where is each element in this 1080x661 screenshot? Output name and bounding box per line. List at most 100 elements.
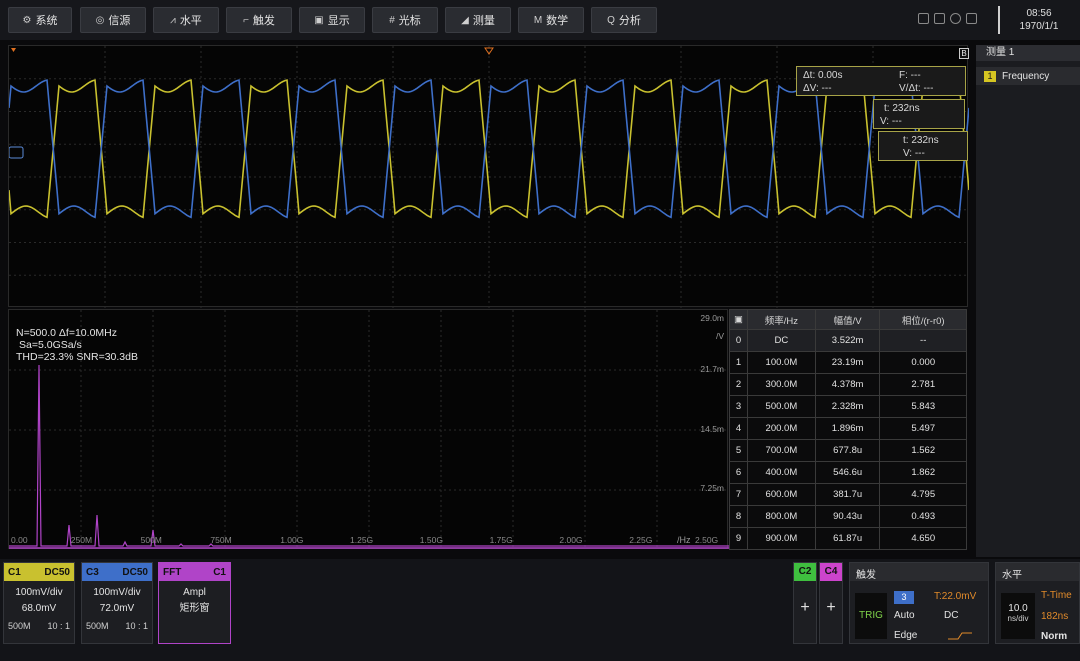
fft-channel-header: FFT C1 — [159, 563, 230, 581]
table-row[interactable]: 4 200.0M 1.896m 5.497 — [729, 417, 967, 440]
toolbar-divider — [998, 6, 1000, 34]
measure-button[interactable]: ◢ 测量 — [445, 7, 511, 33]
measure-panel-title: 测量 1 — [976, 45, 1080, 61]
channel-c1-box[interactable]: C1 DC50 100mV/div 68.0mV 500M 10 : 1 — [3, 562, 75, 644]
table-row[interactable]: 1 100.0M 23.19m 0.000 — [729, 351, 967, 374]
display-icon: ▣ — [314, 14, 324, 26]
row-phase: 5.497 — [879, 417, 967, 440]
row-index: 9 — [729, 527, 748, 550]
row-amplitude: 90.43u — [814, 505, 881, 528]
system-button[interactable]: ⚙ 系统 — [8, 7, 72, 33]
display-button[interactable]: ▣ 显示 — [299, 7, 365, 33]
row-amplitude: 677.8u — [814, 439, 881, 462]
channel-c3-box[interactable]: C3 DC50 100mV/div 72.0mV 500M 10 : 1 — [81, 562, 153, 644]
cursor-button[interactable]: # 光标 — [372, 7, 438, 33]
table-row[interactable]: 2 300.0M 4.378m 2.781 — [729, 373, 967, 396]
fft-x-tick: 500M — [140, 535, 162, 545]
screen-icon[interactable] — [918, 13, 929, 24]
row-amplitude: 23.19m — [814, 351, 881, 374]
source-label: 信源 — [108, 15, 131, 27]
horizontal-panel-title: 水平 — [996, 563, 1079, 581]
trigger-coupling: DC — [944, 610, 959, 621]
channel-c4-name: C4 — [820, 563, 842, 581]
channel-c3-name: C3 — [86, 566, 99, 578]
cursor-readout[interactable]: Δt: 0.00s F: --- ΔV: --- V/Δt: --- — [796, 66, 966, 96]
table-row[interactable]: 8 800.0M 90.43u 0.493 — [729, 505, 967, 528]
channel-c4-box[interactable]: C4 + — [819, 562, 843, 644]
channel-offset-marker[interactable] — [9, 146, 24, 159]
row-phase: 4.650 — [879, 527, 967, 550]
channel-c1-footer: 500M 10 : 1 — [4, 621, 74, 631]
channel-c3-offset: 72.0mV — [99, 603, 135, 614]
trigger-icon: ⌐ — [243, 14, 249, 26]
cursor-b-time: t: 232ns — [903, 135, 939, 146]
horizontal-button[interactable]: ⩘ 水平 — [153, 7, 219, 33]
fft-y-tick-0: 29.0m — [700, 313, 724, 323]
fft-display[interactable]: N=500.0 Δf=10.0MHz Sa=5.0GSa/s THD=23.3%… — [8, 309, 729, 550]
cursor-a-readout[interactable]: t: 232ns V: --- — [873, 99, 965, 129]
table-row[interactable]: 3 500.0M 2.328m 5.843 — [729, 395, 967, 418]
fft-x-tick: 2.50G — [695, 535, 719, 545]
fft-info-sample-rate: Sa=5.0GSa/s — [19, 339, 82, 351]
analysis-button[interactable]: Q 分析 — [591, 7, 657, 33]
cursor-b-readout[interactable]: t: 232ns V: --- — [878, 131, 968, 161]
fft-x-tick: 1.75G — [489, 535, 513, 545]
row-frequency: 200.0M — [747, 417, 816, 440]
row-phase: 1.862 — [879, 461, 967, 484]
trigger-position-marker[interactable] — [11, 48, 16, 52]
fft-info: N=500.0 Δf=10.0MHz Sa=5.0GSa/s THD=23.3%… — [16, 327, 138, 363]
row-index: 1 — [729, 351, 748, 374]
channel-c2-box[interactable]: C2 + — [793, 562, 817, 644]
fft-x-tick: 250M — [70, 535, 93, 545]
row-frequency: 900.0M — [747, 527, 816, 550]
marker-b[interactable]: B — [959, 48, 969, 59]
channel-c2-add-button[interactable]: + — [794, 599, 816, 617]
channel-c4-add-button[interactable]: + — [820, 599, 842, 617]
row-phase: 2.781 — [879, 373, 967, 396]
usb-icon[interactable] — [966, 13, 977, 24]
row-amplitude: 3.522m — [814, 329, 881, 352]
fft-harmonics-table[interactable]: ▣ 频率/Hz 幅值/V 相位/(r-r0) 0 DC 3.522m -- 1 100.0… — [729, 309, 967, 550]
system-label: 系统 — [35, 15, 58, 27]
trigger-type: Edge — [894, 630, 918, 641]
trigger-panel[interactable]: 触发 TRIG 3 T:22.0mV Auto DC Edge — [849, 562, 989, 644]
horizontal-panel[interactable]: 水平 10.0 ns/div T-Time 182ns Norm — [995, 562, 1080, 644]
fft-x-unit: /Hz — [677, 535, 691, 545]
waveform-display[interactable]: B Δt: 0.00s F: --- ΔV: --- V/Δt: --- t: 23… — [8, 45, 969, 308]
channel-c1-bandwidth: 500M — [8, 621, 31, 631]
cursor-v-per-dt: V/Δt: --- — [899, 83, 934, 94]
timebase-box: 10.0 ns/div — [1001, 593, 1035, 639]
channel-c1-probe: 10 : 1 — [47, 621, 70, 631]
row-amplitude: 1.896m — [814, 417, 881, 440]
acquisition-mode: Norm — [1041, 631, 1068, 642]
fft-x-tick: 1.25G — [350, 535, 374, 545]
col-phase[interactable]: 相位/(r-r0) — [879, 309, 967, 330]
table-row[interactable]: 7 600.0M 381.7u 4.795 — [729, 483, 967, 506]
fft-x-tick: 1.00G — [280, 535, 304, 545]
source-button[interactable]: ◎ 信源 — [80, 7, 146, 33]
channel-c1-header: C1 DC50 — [4, 563, 74, 581]
table-row[interactable]: 9 900.0M 61.87u 4.650 — [729, 527, 967, 550]
table-row[interactable]: 0 DC 3.522m -- — [729, 329, 967, 352]
table-menu-icon[interactable]: ▣ — [729, 309, 748, 330]
measure-panel: 测量 1 1 Frequency — [976, 45, 1080, 557]
cursor-icon: # — [389, 14, 395, 26]
row-index: 0 — [729, 329, 748, 352]
col-amplitude[interactable]: 幅值/V — [814, 309, 881, 330]
measure-icon: ◢ — [461, 14, 469, 26]
fft-y-tick-3: 7.25m — [700, 483, 724, 493]
table-row[interactable]: 6 400.0M 546.6u 1.862 — [729, 461, 967, 484]
analysis-label: 分析 — [618, 15, 641, 27]
fft-channel-mode: Ampl — [183, 587, 206, 598]
trigger-button[interactable]: ⌐ 触发 — [226, 7, 292, 33]
table-row[interactable]: 5 700.0M 677.8u 1.562 — [729, 439, 967, 462]
fft-channel-box[interactable]: FFT C1 Ampl 矩形窗 — [158, 562, 231, 644]
row-index: 5 — [729, 439, 748, 462]
network-icon[interactable] — [950, 13, 961, 24]
row-phase: 0.000 — [879, 351, 967, 374]
cursor-delta-v: ΔV: --- — [803, 83, 832, 94]
col-frequency[interactable]: 频率/Hz — [747, 309, 816, 330]
measure-item-frequency[interactable]: 1 Frequency — [976, 67, 1080, 85]
math-button[interactable]: M 数学 — [518, 7, 584, 33]
storage-icon[interactable] — [934, 13, 945, 24]
